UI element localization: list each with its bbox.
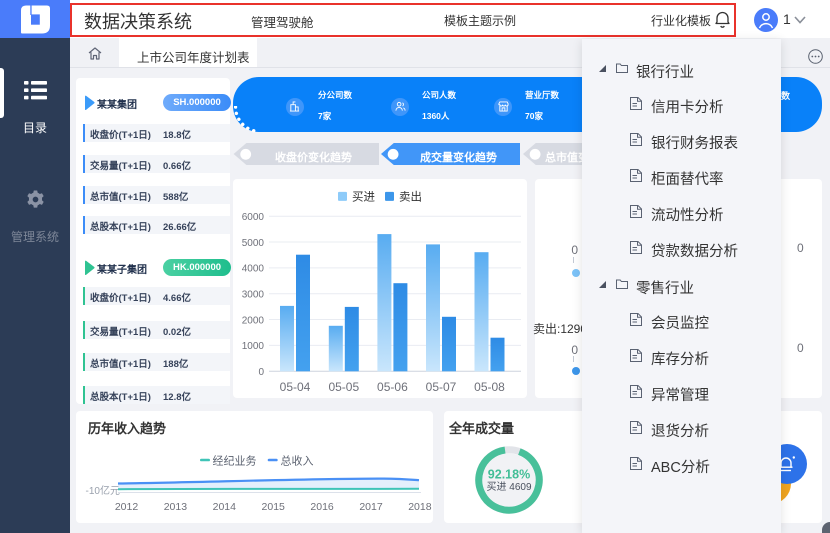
svg-text:卖出: 卖出 (399, 190, 422, 204)
svg-text:05-07: 05-07 (426, 380, 457, 394)
svg-text:92.18%: 92.18% (488, 468, 530, 482)
svg-text:5000: 5000 (242, 238, 265, 249)
svg-text:0: 0 (258, 367, 264, 378)
svg-text:2017: 2017 (359, 501, 383, 513)
svg-text:1000: 1000 (242, 341, 265, 352)
svg-text:买进: 买进 (352, 191, 375, 204)
svg-text:2012: 2012 (115, 501, 139, 513)
svg-text:05-06: 05-06 (377, 380, 408, 394)
svg-text:2015: 2015 (262, 501, 286, 513)
svg-text:2000: 2000 (242, 315, 265, 326)
svg-text:2013: 2013 (164, 501, 188, 513)
svg-text:05-08: 05-08 (474, 380, 505, 394)
svg-text:05-05: 05-05 (328, 380, 359, 394)
svg-text:总收入: 总收入 (281, 454, 314, 468)
svg-text:2016: 2016 (310, 501, 334, 513)
svg-text:-10亿元: -10亿元 (86, 484, 120, 497)
svg-text:买进 4609: 买进 4609 (486, 481, 531, 493)
svg-text:3000: 3000 (242, 290, 265, 301)
svg-text:2018: 2018 (408, 501, 432, 513)
svg-text:05-04: 05-04 (280, 380, 311, 394)
svg-text:4000: 4000 (242, 264, 265, 275)
svg-text:经纪业务: 经纪业务 (213, 455, 257, 468)
svg-text:6000: 6000 (242, 212, 265, 223)
svg-text:2014: 2014 (213, 501, 237, 513)
